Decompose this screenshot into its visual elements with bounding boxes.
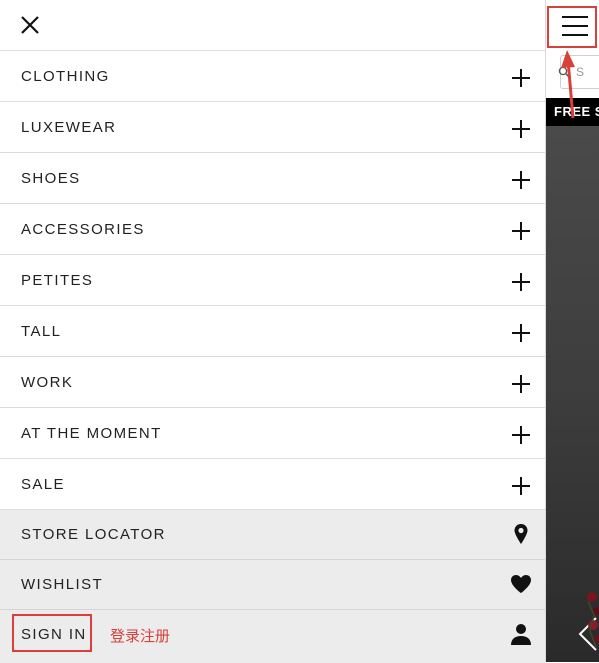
plus-icon[interactable] [512, 120, 530, 138]
menu-item-sale[interactable]: SALE [0, 459, 545, 510]
plus-icon[interactable] [512, 171, 530, 189]
menu-item-label: PETITES [21, 272, 94, 289]
navigation-drawer: CLOTHING LUXEWEAR SHOES ACCESSORIES PETI… [0, 0, 546, 663]
heart-icon [509, 572, 533, 596]
sign-in-item[interactable]: SIGN IN 登录注册 [0, 610, 545, 663]
plus-icon[interactable] [512, 426, 530, 444]
flower-decoration [587, 592, 599, 648]
plus-icon[interactable] [512, 273, 530, 291]
close-icon[interactable] [18, 13, 42, 37]
menu-item-tall[interactable]: TALL [0, 306, 545, 357]
store-locator-label: STORE LOCATOR [21, 526, 166, 543]
plus-icon[interactable] [512, 477, 530, 495]
plus-icon[interactable] [512, 69, 530, 87]
wishlist-item[interactable]: WISHLIST [0, 560, 545, 610]
menu-item-label: WORK [21, 374, 74, 391]
hamburger-menu-icon[interactable] [547, 6, 597, 48]
drawer-header [0, 0, 545, 51]
wishlist-label: WISHLIST [21, 576, 104, 593]
user-icon [509, 622, 533, 646]
menu-item-label: TALL [21, 323, 62, 340]
menu-item-petites[interactable]: PETITES [0, 255, 545, 306]
menu-item-label: SHOES [21, 170, 81, 187]
plus-icon[interactable] [512, 375, 530, 393]
menu-item-label: ACCESSORIES [21, 221, 145, 238]
menu-item-clothing[interactable]: CLOTHING [0, 51, 545, 102]
menu-item-work[interactable]: WORK [0, 357, 545, 408]
menu-item-at-the-moment[interactable]: AT THE MOMENT [0, 408, 545, 459]
store-locator-item[interactable]: STORE LOCATOR [0, 510, 545, 560]
menu-item-label: LUXEWEAR [21, 119, 117, 136]
menu-item-luxewear[interactable]: LUXEWEAR [0, 102, 545, 153]
menu-item-label: CLOTHING [21, 68, 110, 85]
menu-item-shoes[interactable]: SHOES [0, 153, 545, 204]
annotation-arrow-icon [561, 50, 575, 119]
plus-icon[interactable] [512, 324, 530, 342]
map-pin-icon [509, 522, 533, 546]
menu-item-label: SALE [21, 476, 65, 493]
plus-icon[interactable] [512, 222, 530, 240]
menu-item-accessories[interactable]: ACCESSORIES [0, 204, 545, 255]
hero-image [546, 126, 599, 662]
sign-in-label[interactable]: SIGN IN [21, 626, 87, 643]
sign-in-annotation: 登录注册 [110, 627, 171, 645]
menu-item-label: AT THE MOMENT [21, 425, 162, 442]
